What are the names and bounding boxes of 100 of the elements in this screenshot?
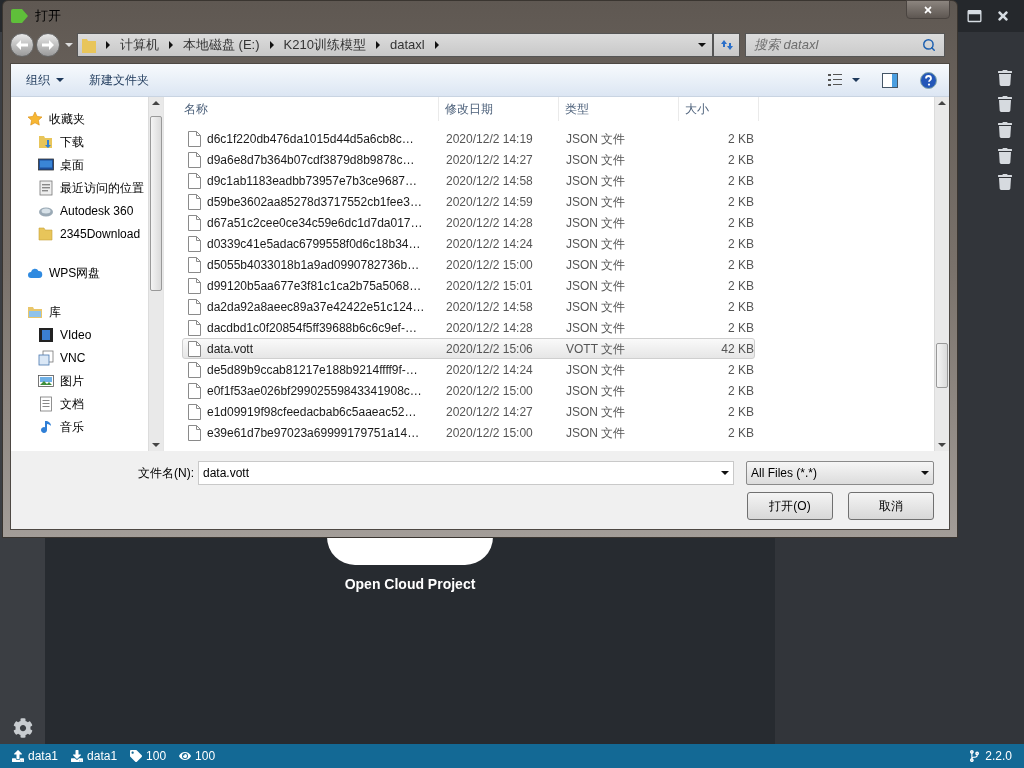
scroll-up-icon[interactable]: [152, 101, 160, 105]
file-size: 2 KB: [727, 193, 754, 211]
scroll-down-icon[interactable]: [938, 443, 946, 447]
search-field[interactable]: 搜索 dataxl: [745, 33, 945, 57]
view-dropdown-icon[interactable]: [852, 78, 860, 82]
column-header[interactable]: 修改日期: [439, 97, 559, 121]
file-date: 2020/12/2 14:27: [445, 151, 534, 169]
file-date: 2020/12/2 14:58: [445, 298, 534, 316]
nav-item[interactable]: VIdeo: [11, 323, 148, 346]
column-header[interactable]: 名称: [182, 97, 439, 121]
file-icon: [188, 424, 201, 441]
nav-item[interactable]: 下载: [11, 130, 148, 153]
nav-item[interactable]: 最近访问的位置: [11, 176, 148, 199]
file-name: da2da92a8aeec89a37e42422e51c124…: [207, 298, 425, 316]
maximize-icon[interactable]: [967, 9, 982, 23]
dropdown-icon[interactable]: [721, 471, 729, 475]
file-type: JSON 文件: [565, 361, 627, 379]
file-row[interactable]: de5d89b9ccab81217e188b9214ffff9f-… 2020/12/2 14:24 JSON 文件 2 KB: [182, 359, 755, 380]
dialog-button[interactable]: 打开(O): [747, 492, 833, 520]
address-bar[interactable]: 计算机 本地磁盘 (E:) K210训练模型 dataxl: [77, 33, 713, 57]
refresh-button[interactable]: [713, 33, 740, 57]
file-row[interactable]: d0339c41e5adac6799558f0d6c18b34… 2020/12/2 14:24 JSON 文件 2 KB: [182, 233, 755, 254]
file-type: JSON 文件: [565, 193, 627, 211]
close-icon[interactable]: [996, 9, 1010, 23]
nav-item[interactable]: 文档: [11, 392, 148, 415]
file-date: 2020/12/2 14:19: [445, 130, 534, 148]
breadcrumb-separator-icon[interactable]: [375, 41, 380, 49]
trash-icon[interactable]: [998, 174, 1012, 190]
file-name: dacdbd1c0f20854f5ff39688b6c6c9ef-…: [207, 319, 417, 337]
file-size: 2 KB: [727, 151, 754, 169]
nav-item[interactable]: Autodesk 360: [11, 199, 148, 222]
file-row[interactable]: d5055b4033018b1a9ad0990782736b… 2020/12/2 15:00 JSON 文件 2 KB: [182, 254, 755, 275]
breadcrumb-separator-icon[interactable]: [106, 41, 110, 49]
file-row[interactable]: d6c1f220db476da1015d44d5a6cb8c… 2020/12/2 14:19 JSON 文件 2 KB: [182, 128, 755, 149]
close-button[interactable]: [906, 0, 950, 19]
file-type: JSON 文件: [565, 424, 627, 442]
dialog-button[interactable]: 取消: [848, 492, 934, 520]
back-button[interactable]: [10, 33, 34, 57]
file-name: d5055b4033018b1a9ad0990782736b…: [207, 256, 420, 274]
breadcrumb-separator-icon[interactable]: [269, 41, 274, 49]
file-row[interactable]: d99120b5aa677e3f81c1ca2b75a5068… 2020/12/2 15:01 JSON 文件 2 KB: [182, 275, 755, 296]
file-row[interactable]: dacdbd1c0f20854f5ff39688b6c6c9ef-… 2020/12/2 14:28 JSON 文件 2 KB: [182, 317, 755, 338]
file-row[interactable]: d9c1ab1183eadbb73957e7b3ce9687… 2020/12/2 14:58 JSON 文件 2 KB: [182, 170, 755, 191]
nav-item[interactable]: 库: [11, 300, 148, 323]
forward-button[interactable]: [36, 33, 60, 57]
trash-icon[interactable]: [998, 148, 1012, 164]
file-row[interactable]: data.vott 2020/12/2 15:06 VOTT 文件 42 KB: [182, 338, 755, 359]
file-type-select[interactable]: All Files (*.*): [746, 461, 934, 485]
file-row[interactable]: d9a6e8d7b364b07cdf3879d8b9878c… 2020/12/2 14:27 JSON 文件 2 KB: [182, 149, 755, 170]
trash-icon[interactable]: [998, 96, 1012, 112]
file-row[interactable]: e0f1f53ae026bf29902559843341908c… 2020/12/2 15:00 JSON 文件 2 KB: [182, 380, 755, 401]
preview-pane-icon[interactable]: [882, 72, 898, 88]
scrollbar[interactable]: [148, 97, 163, 451]
file-row[interactable]: e1d09919f98cfeedacbab6c5aaeac52… 2020/12/2 14:27 JSON 文件 2 KB: [182, 401, 755, 422]
scroll-up-icon[interactable]: [938, 101, 946, 105]
file-row[interactable]: da2da92a8aeec89a37e42422e51c124… 2020/12/2 14:58 JSON 文件 2 KB: [182, 296, 755, 317]
file-icon: [188, 151, 201, 168]
breadcrumb-separator-icon[interactable]: [434, 41, 439, 49]
scrollbar-thumb[interactable]: [936, 343, 948, 388]
nav-item[interactable]: 桌面: [11, 153, 148, 176]
organize-menu[interactable]: 组织: [19, 68, 71, 92]
scroll-down-icon[interactable]: [152, 443, 160, 447]
new-folder-button[interactable]: 新建文件夹: [85, 68, 153, 92]
column-header[interactable]: 大小: [679, 97, 759, 121]
filename-field[interactable]: data.vott: [198, 461, 734, 485]
file-date: 2020/12/2 15:00: [445, 256, 534, 274]
file-row[interactable]: d67a51c2cee0ce34c59e6dc1d7da017… 2020/12/2 14:28 JSON 文件 2 KB: [182, 212, 755, 233]
nav-item[interactable]: 图片: [11, 369, 148, 392]
caret-icon: [56, 78, 64, 82]
nav-item[interactable]: 2345Download: [11, 222, 148, 245]
cloud-project-label[interactable]: Open Cloud Project: [344, 574, 476, 595]
address-dropdown-icon[interactable]: [698, 43, 706, 47]
nav-item[interactable]: 音乐: [11, 415, 148, 438]
scrollbar-thumb[interactable]: [150, 116, 162, 291]
settings-icon[interactable]: [12, 718, 33, 738]
search-input[interactable]: 搜索 dataxl: [754, 35, 922, 55]
view-list-icon[interactable]: [828, 74, 842, 86]
column-header[interactable]: 类型: [559, 97, 679, 121]
breadcrumb-item[interactable]: 本地磁盘 (E:): [183, 35, 260, 55]
breadcrumb-item[interactable]: 计算机: [120, 35, 159, 55]
help-icon[interactable]: [920, 71, 937, 89]
file-row[interactable]: d59be3602aa85278d3717552cb1fee3… 2020/12/2 14:59 JSON 文件 2 KB: [182, 191, 755, 212]
nav-item[interactable]: VNC: [11, 346, 148, 369]
file-type: JSON 文件: [565, 382, 627, 400]
breadcrumb-item[interactable]: K210训练模型: [283, 35, 366, 55]
breadcrumb-separator-icon[interactable]: [169, 41, 173, 49]
trash-icon[interactable]: [998, 122, 1012, 138]
nav-item[interactable]: WPS网盘: [11, 261, 148, 284]
nav-item[interactable]: 收藏夹: [11, 107, 148, 130]
breadcrumb-item[interactable]: dataxl: [389, 35, 425, 55]
history-dropdown-icon[interactable]: [65, 43, 73, 47]
file-type: VOTT 文件: [565, 340, 627, 358]
trash-icon[interactable]: [998, 70, 1012, 86]
file-row[interactable]: e39e61d7be97023a69999179751a14… 2020/12/2 15:00 JSON 文件 2 KB: [182, 422, 755, 443]
search-icon[interactable]: [922, 38, 936, 52]
file-date: 2020/12/2 14:28: [445, 319, 534, 337]
tag-icon: [130, 750, 143, 762]
file-icon: [188, 214, 201, 231]
filename-input[interactable]: data.vott: [203, 464, 721, 482]
scrollbar[interactable]: [934, 97, 949, 451]
